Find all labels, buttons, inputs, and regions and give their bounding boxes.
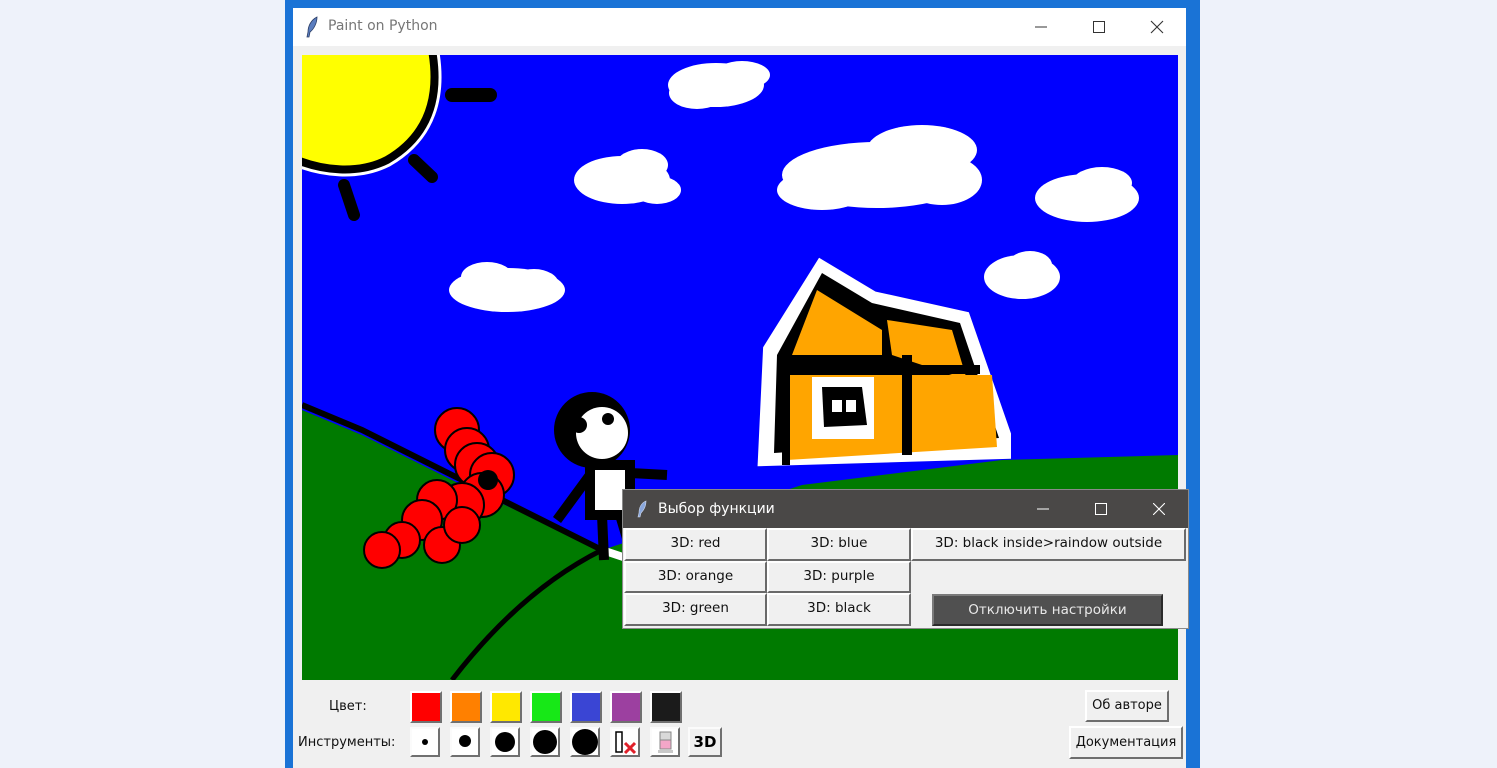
popup-minimize-button[interactable] xyxy=(1014,490,1072,528)
maximize-icon xyxy=(1093,21,1105,33)
popup-maximize-button[interactable] xyxy=(1072,490,1130,528)
maximize-button[interactable] xyxy=(1070,8,1128,46)
function-chooser-window: Выбор функции 3D: red 3D: blue 3D: black… xyxy=(622,489,1189,629)
close-icon xyxy=(1150,20,1164,34)
brush-size-5-icon xyxy=(572,729,598,755)
minimize-icon xyxy=(1037,508,1049,510)
brush-size-1-button[interactable] xyxy=(410,727,440,757)
paint-main-window: Paint on Python Цвет: Инструменты: 3D Об… xyxy=(293,8,1186,768)
three-d-orange-button[interactable]: 3D: orange xyxy=(624,561,767,593)
three-d-red-button[interactable]: 3D: red xyxy=(624,528,767,561)
brush-size-5-button[interactable] xyxy=(570,727,600,757)
popup-title-bar[interactable]: Выбор функции xyxy=(623,490,1188,528)
clear-canvas-icon xyxy=(615,731,637,755)
brush-size-2-icon xyxy=(459,735,471,747)
window-title: Paint on Python xyxy=(328,18,438,34)
color-label: Цвет: xyxy=(329,699,367,714)
color-swatch-purple[interactable] xyxy=(610,691,642,723)
three-d-blue-button[interactable]: 3D: blue xyxy=(767,528,911,561)
eraser-button[interactable] xyxy=(650,727,680,757)
brush-size-4-button[interactable] xyxy=(530,727,560,757)
brush-size-4-icon xyxy=(533,730,557,754)
three-d-button[interactable]: 3D xyxy=(688,727,722,757)
brush-size-1-icon xyxy=(422,739,428,745)
color-swatch-blue[interactable] xyxy=(570,691,602,723)
minimize-button[interactable] xyxy=(1012,8,1070,46)
clear-canvas-button[interactable] xyxy=(610,727,640,757)
documentation-button[interactable]: Документация xyxy=(1069,726,1183,759)
three-d-purple-button[interactable]: 3D: purple xyxy=(767,561,911,593)
about-author-button[interactable]: Об авторе xyxy=(1085,690,1169,722)
tools-label: Инструменты: xyxy=(298,735,396,750)
disable-settings-button[interactable]: Отключить настройки xyxy=(932,594,1163,626)
color-swatch-green[interactable] xyxy=(530,691,562,723)
color-swatch-orange[interactable] xyxy=(450,691,482,723)
color-swatch-red[interactable] xyxy=(410,691,442,723)
maximize-icon xyxy=(1095,503,1107,515)
close-button[interactable] xyxy=(1128,8,1186,46)
feather-icon xyxy=(306,16,318,38)
three-d-black-button[interactable]: 3D: black xyxy=(767,593,911,626)
close-icon xyxy=(1153,503,1165,515)
feather-icon xyxy=(637,500,647,518)
three-d-green-button[interactable]: 3D: green xyxy=(624,593,767,626)
popup-title: Выбор функции xyxy=(658,501,775,517)
minimize-icon xyxy=(1035,26,1047,28)
main-title-bar[interactable]: Paint on Python xyxy=(293,8,1186,46)
color-swatch-black[interactable] xyxy=(650,691,682,723)
color-swatch-yellow[interactable] xyxy=(490,691,522,723)
three-d-rainbow-button[interactable]: 3D: black inside>raindow outside xyxy=(911,528,1186,561)
popup-close-button[interactable] xyxy=(1130,490,1188,528)
brush-size-3-icon xyxy=(495,732,515,752)
brush-size-2-button[interactable] xyxy=(450,727,480,757)
brush-size-3-button[interactable] xyxy=(490,727,520,757)
eraser-icon xyxy=(658,731,673,753)
